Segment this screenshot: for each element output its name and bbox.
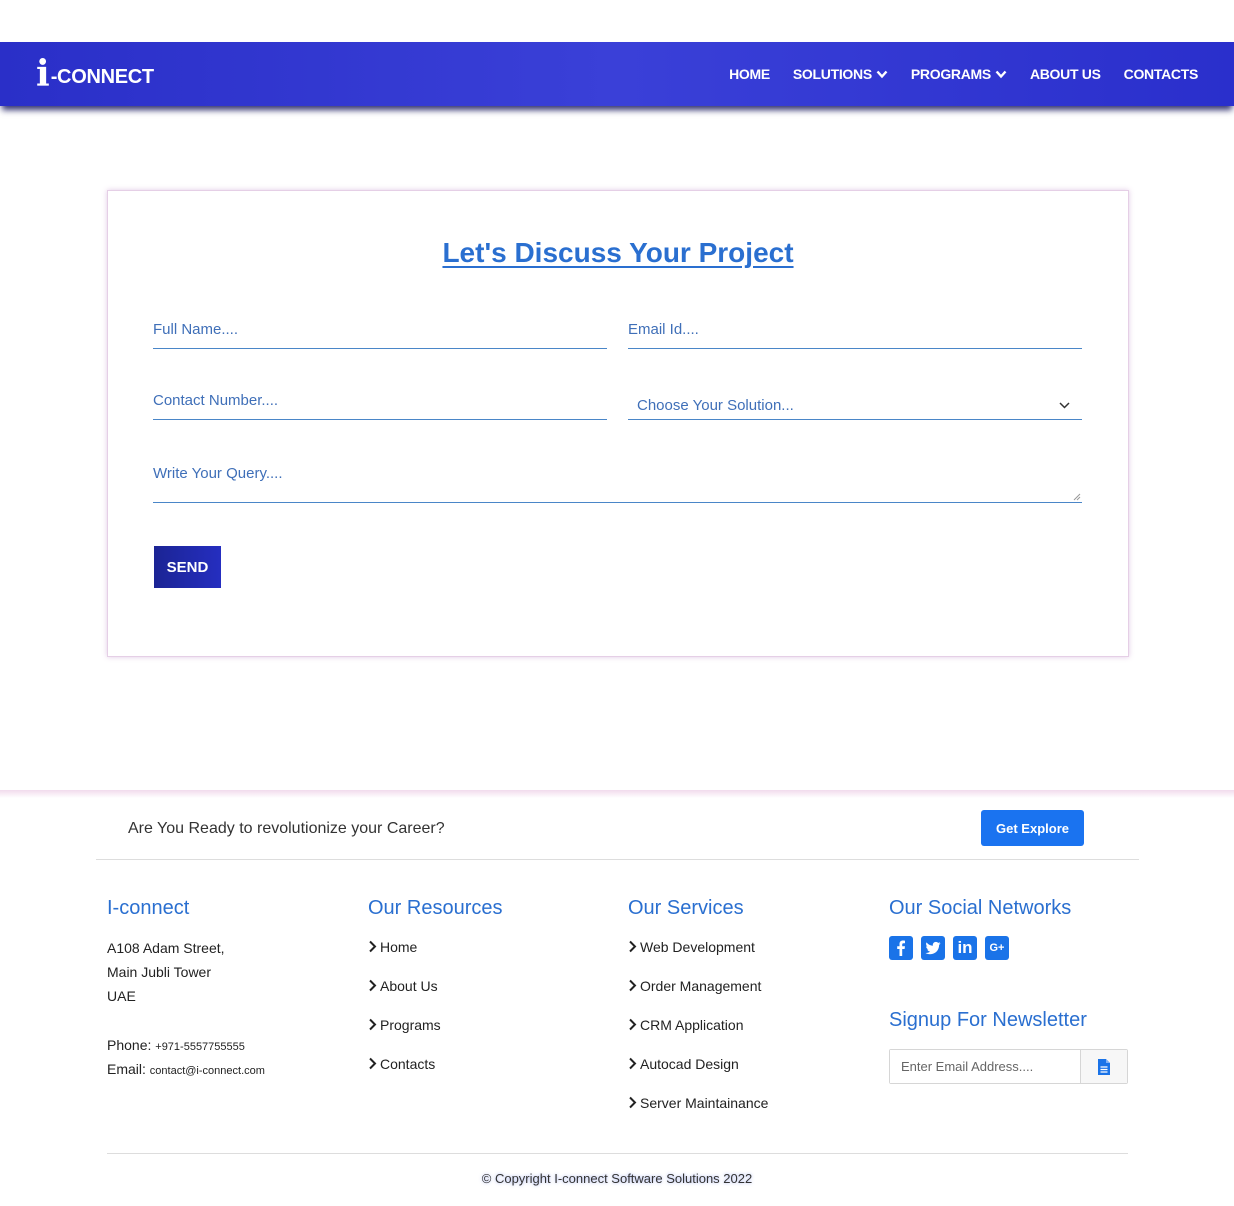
chevron-right-icon (369, 940, 377, 953)
service-link-label: Order Management (640, 978, 762, 994)
newsletter-heading: Signup For Newsletter (889, 1009, 1087, 1031)
chevron-down-icon (876, 70, 888, 78)
services-heading: Our Services (628, 897, 744, 919)
email-value[interactable]: contact@i-connect.com (150, 1065, 265, 1077)
resource-link-home[interactable]: Home (368, 936, 608, 975)
resource-link-label: Home (380, 939, 418, 955)
contact-number-field (153, 392, 607, 420)
linkedin-icon[interactable]: in (953, 936, 977, 960)
chevron-right-icon (629, 1057, 637, 1070)
solution-select-value: Choose Your Solution... (637, 397, 794, 414)
send-button[interactable]: SEND (154, 546, 221, 588)
cta-text: Are You Ready to revolutionize your Care… (128, 820, 445, 837)
full-name-input[interactable] (153, 321, 607, 338)
phone-value[interactable]: +971-5557755555 (155, 1041, 245, 1053)
address-line: UAE (107, 988, 136, 1004)
service-link-autocad[interactable]: Autocad Design (628, 1053, 868, 1092)
nav-programs[interactable]: PROGRAMS (911, 66, 1007, 82)
service-link-crm[interactable]: CRM Application (628, 1014, 868, 1053)
company-heading: I-connect (107, 897, 190, 919)
service-link-label: Autocad Design (640, 1056, 739, 1072)
chevron-right-icon (369, 979, 377, 992)
chevron-down-icon (1059, 402, 1070, 409)
contact-number-input[interactable] (153, 392, 607, 409)
footer-top-edge (0, 790, 1234, 798)
solution-select[interactable]: Choose Your Solution... (628, 392, 1082, 420)
social-icons: in G+ (889, 936, 1149, 960)
email-input[interactable] (628, 321, 1082, 338)
chevron-right-icon (369, 1057, 377, 1070)
query-field (153, 465, 1082, 503)
get-explore-button[interactable]: Get Explore (981, 810, 1084, 846)
resources-links: Home About Us Programs Contacts (368, 936, 608, 1092)
chevron-right-icon (629, 1018, 637, 1031)
nav-contacts[interactable]: CONTACTS (1124, 66, 1199, 82)
email-field (628, 321, 1082, 349)
nav-about-us[interactable]: ABOUT US (1030, 66, 1101, 82)
address-line: Main Jubli Tower (107, 964, 212, 980)
resize-grip-icon[interactable] (1073, 493, 1081, 501)
footer-social-column: Our Social Networks in G+ Signup For New… (889, 897, 1149, 1084)
service-link-label: Server Maintainance (640, 1095, 769, 1111)
full-name-field (153, 321, 607, 349)
service-link-label: CRM Application (640, 1017, 744, 1033)
services-links: Web Development Order Management CRM App… (628, 936, 868, 1131)
service-link-server-maintainance[interactable]: Server Maintainance (628, 1092, 868, 1131)
copyright-text: © Copyright I-connect Software Solutions… (481, 1171, 753, 1186)
query-textarea[interactable] (153, 465, 1082, 501)
divider (96, 859, 1139, 860)
phone-line: Phone: +971-5557755555 (107, 1034, 347, 1058)
footer-resources-column: Our Resources Home About Us Programs Con… (368, 897, 608, 1092)
project-form-card: Let's Discuss Your Project Choose Your S… (107, 190, 1129, 657)
service-link-order-management[interactable]: Order Management (628, 975, 868, 1014)
resources-heading: Our Resources (368, 897, 503, 919)
company-contact: Phone: +971-5557755555 Email: contact@i-… (107, 1034, 347, 1082)
chevron-down-icon (995, 70, 1007, 78)
chevron-right-icon (629, 940, 637, 953)
divider (107, 1153, 1128, 1154)
chevron-right-icon (629, 1096, 637, 1109)
chevron-right-icon (369, 1018, 377, 1031)
email-line: Email: contact@i-connect.com (107, 1058, 347, 1082)
resource-link-label: About Us (380, 978, 438, 994)
resource-link-contacts[interactable]: Contacts (368, 1053, 608, 1092)
email-label: Email: (107, 1061, 146, 1077)
social-heading: Our Social Networks (889, 897, 1072, 919)
resource-link-label: Programs (380, 1017, 441, 1033)
newsletter-submit-button[interactable] (1080, 1050, 1127, 1083)
nav-solutions[interactable]: SOLUTIONS (793, 66, 888, 82)
newsletter-email-input[interactable] (890, 1050, 1080, 1083)
newsletter-form (889, 1049, 1128, 1084)
footer-services-column: Our Services Web Development Order Manag… (628, 897, 868, 1131)
resource-link-about[interactable]: About Us (368, 975, 608, 1014)
facebook-icon[interactable] (889, 936, 913, 960)
service-link-web-development[interactable]: Web Development (628, 936, 868, 975)
chevron-right-icon (629, 979, 637, 992)
main-nav: HOME SOLUTIONS PROGRAMS ABOUT US CONTACT… (706, 66, 1198, 82)
nav-programs-label: PROGRAMS (910, 66, 991, 82)
google-plus-icon[interactable]: G+ (985, 936, 1009, 960)
nav-home[interactable]: HOME (729, 66, 770, 82)
linkedin-text: in (957, 938, 973, 957)
phone-label: Phone: (107, 1037, 152, 1053)
company-address: A108 Adam Street, Main Jubli Tower UAE (107, 936, 347, 1008)
google-plus-text: G+ (989, 942, 1005, 954)
address-line: A108 Adam Street, (107, 940, 225, 956)
brand-logo-text: -CONNECT (50, 66, 154, 88)
nav-solutions-label: SOLUTIONS (792, 66, 872, 82)
service-link-label: Web Development (640, 939, 755, 955)
brand-logo[interactable]: i -CONNECT (36, 53, 154, 95)
brand-logo-i: i (36, 53, 50, 95)
form-title: Let's Discuss Your Project (442, 237, 794, 268)
twitter-icon[interactable] (921, 936, 945, 960)
resource-link-programs[interactable]: Programs (368, 1014, 608, 1053)
resource-link-label: Contacts (380, 1056, 436, 1072)
top-navbar: i -CONNECT HOME SOLUTIONS PROGRAMS ABOUT… (0, 42, 1234, 106)
document-icon (1098, 1058, 1110, 1075)
footer-company-column: I-connect A108 Adam Street, Main Jubli T… (107, 897, 347, 1082)
